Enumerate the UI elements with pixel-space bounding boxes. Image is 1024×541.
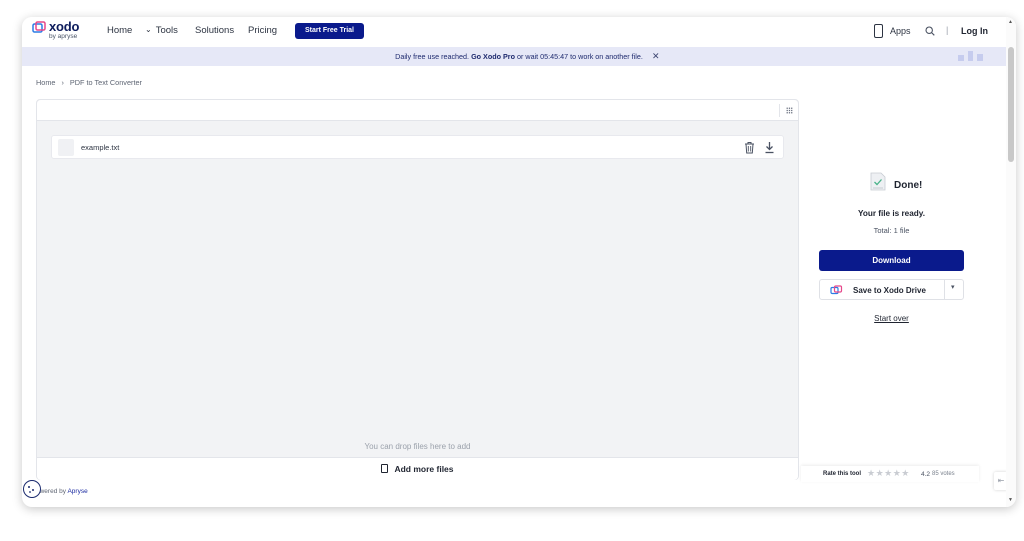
xodo-logo[interactable]: xodo by apryse <box>32 19 92 44</box>
login-link[interactable]: Log In <box>961 26 988 36</box>
file-done-icon <box>870 172 886 191</box>
header-separator: | <box>946 25 949 35</box>
nav-solutions[interactable]: Solutions <box>195 25 234 36</box>
nav-tools[interactable]: ⌄ Tools <box>145 25 178 36</box>
chevron-down-icon: ⌄ <box>145 25 152 34</box>
rating-votes: 85 votes <box>932 471 955 477</box>
document-icon <box>381 464 389 473</box>
banner-message: Daily free use reached. Go Xodo Pro or w… <box>22 47 1016 66</box>
download-button[interactable]: Download <box>819 250 964 271</box>
logo-subtitle: by apryse <box>49 33 78 40</box>
button-divider <box>944 280 945 299</box>
usage-limit-banner: Daily free use reached. Go Xodo Pro or w… <box>22 47 1016 66</box>
add-more-files-label: Add more files <box>394 464 454 474</box>
decorative-pattern-icon <box>958 51 983 61</box>
vertical-scrollbar[interactable]: ▲ ▼ <box>1006 17 1016 507</box>
banner-middle: or wait <box>516 52 539 61</box>
scrollbar-thumb[interactable] <box>1008 47 1014 162</box>
file-list-item[interactable]: example.txt <box>51 135 784 159</box>
close-icon[interactable]: ✕ <box>652 51 660 62</box>
grid-view-icon[interactable] <box>779 104 793 117</box>
banner-prefix: Daily free use reached. <box>395 52 470 61</box>
xodo-drive-icon <box>830 285 843 295</box>
breadcrumb: Home › PDF to Text Converter <box>36 78 142 87</box>
drop-files-hint: You can drop files here to add <box>364 442 471 451</box>
save-to-xodo-drive-label: Save to Xodo Drive <box>853 286 926 295</box>
search-icon[interactable] <box>925 26 935 36</box>
file-thumbnail <box>58 139 74 156</box>
nav-tools-label: Tools <box>155 25 178 36</box>
nav-home[interactable]: Home <box>107 25 132 36</box>
add-more-files-button[interactable]: Add more files <box>37 464 798 474</box>
chevron-down-icon[interactable]: ▾ <box>951 283 955 291</box>
cookie-icon <box>28 486 34 493</box>
browser-page: xodo by apryse Home ⌄ Tools Solutions Pri… <box>22 17 1016 507</box>
save-to-xodo-drive-button[interactable]: Save to Xodo Drive ▾ <box>819 279 964 300</box>
trash-icon[interactable] <box>744 141 755 154</box>
powered-by: owered by Apryse <box>36 488 88 495</box>
cookie-settings-icon[interactable] <box>23 480 41 498</box>
panel-toolbar <box>37 100 798 121</box>
file-panel: example.txt You can drop files here to a… <box>36 99 799 480</box>
apps-link[interactable]: Apps <box>890 26 911 36</box>
go-xodo-pro-link[interactable]: Go Xodo Pro <box>471 52 515 61</box>
breadcrumb-current: PDF to Text Converter <box>69 78 142 87</box>
breadcrumb-arrow-icon: › <box>61 78 64 87</box>
file-name: example.txt <box>81 143 120 152</box>
rating-widget: Rate this tool ★★★★★ 4.2 85 votes <box>801 466 979 482</box>
start-over-link[interactable]: Start over <box>819 314 964 323</box>
file-ready-text: Your file is ready. <box>857 209 926 218</box>
total-files-text: Total: 1 file <box>873 226 910 235</box>
add-more-files-bar: Add more files <box>37 457 798 480</box>
apryse-link[interactable]: Apryse <box>67 488 87 495</box>
logo-name: xodo <box>49 19 80 34</box>
scroll-down-icon[interactable]: ▼ <box>1008 497 1013 503</box>
scroll-up-icon[interactable]: ▲ <box>1008 19 1013 25</box>
rating-stars[interactable]: ★★★★★ <box>867 468 910 479</box>
nav-pricing[interactable]: Pricing <box>248 25 277 36</box>
rate-tool-label: Rate this tool <box>823 471 862 477</box>
mobile-phone-icon[interactable] <box>874 24 883 38</box>
start-free-trial-button[interactable]: Start Free Trial <box>295 23 364 39</box>
breadcrumb-home[interactable]: Home <box>36 78 55 87</box>
rating-value: 4.2 <box>921 471 931 478</box>
done-title: Done! <box>894 180 923 191</box>
top-navbar: xodo by apryse Home ⌄ Tools Solutions Pri… <box>22 17 1016 47</box>
banner-suffix: to work on another file. <box>570 52 643 61</box>
banner-timer: 05:45:47 <box>540 52 569 61</box>
download-icon[interactable] <box>764 141 775 154</box>
xodo-logo-icon <box>32 21 46 33</box>
